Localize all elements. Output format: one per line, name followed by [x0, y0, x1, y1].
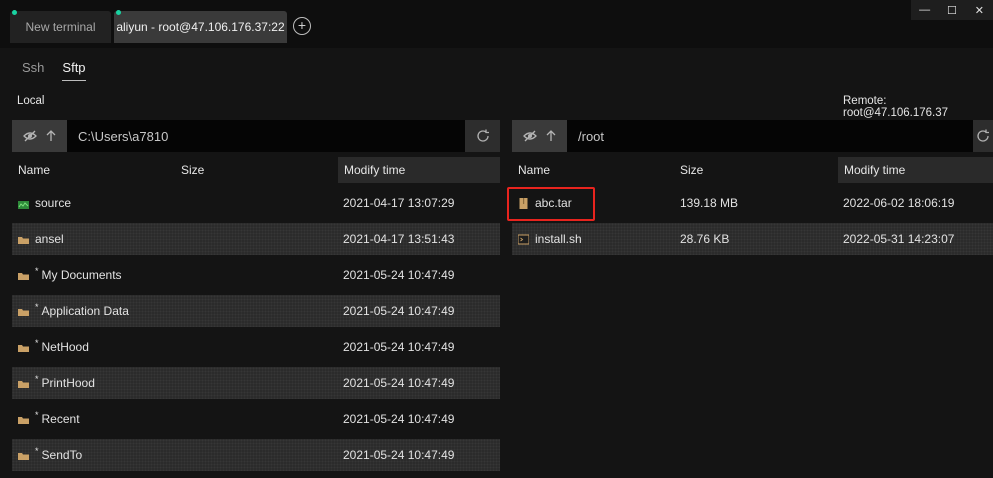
selection-highlight — [507, 187, 595, 221]
file-name-cell: * Application Data — [18, 295, 129, 327]
column-size[interactable]: Size — [674, 157, 834, 183]
shortcut-marker: * — [35, 338, 39, 348]
file-name: NetHood — [41, 340, 89, 354]
table-row[interactable]: install.sh 28.76 KB 2022-05-31 14:23:07 — [512, 223, 993, 255]
file-modify-time: 2021-04-17 13:51:43 — [343, 232, 455, 246]
hidden-files-icon[interactable] — [523, 130, 537, 142]
table-row[interactable]: * PrintHood 2021-05-24 10:47:49 — [12, 367, 500, 399]
add-tab-icon[interactable]: + — [293, 17, 311, 35]
file-name-cell: * NetHood — [18, 331, 89, 363]
file-name-cell: ansel — [18, 223, 64, 255]
file-size: 139.18 MB — [680, 196, 739, 210]
tab-label: New terminal — [25, 20, 96, 34]
folder-icon — [18, 378, 29, 389]
tab-label: aliyun - root@47.106.176.37:22 — [116, 20, 285, 34]
file-modify-time: 2021-05-24 10:47:49 — [343, 268, 455, 282]
tab-sftp[interactable]: Sftp — [62, 60, 86, 81]
file-modify-time: 2022-05-31 14:23:07 — [843, 232, 955, 246]
shortcut-marker: * — [35, 410, 39, 420]
maximize-icon[interactable]: ☐ — [938, 0, 965, 20]
shortcut-marker: * — [35, 446, 39, 456]
folder-icon — [18, 234, 29, 245]
shortcut-marker: * — [35, 266, 39, 276]
file-name: SendTo — [41, 448, 83, 462]
status-dot — [116, 10, 121, 15]
file-name-cell: * PrintHood — [18, 367, 95, 399]
table-row[interactable]: * My Documents 2021-05-24 10:47:49 — [12, 259, 500, 291]
folder-icon — [18, 450, 29, 461]
file-name-cell: * SendTo — [18, 439, 82, 471]
window-controls: — ☐ ✕ — [911, 0, 993, 20]
file-name-cell: install.sh — [518, 223, 582, 255]
status-dot — [12, 10, 17, 15]
file-modify-time: 2021-05-24 10:47:49 — [343, 412, 455, 426]
local-panel: Name Size Modify time source 2021-04-17 1… — [12, 120, 500, 475]
file-name-cell: source — [18, 187, 71, 219]
path-buttons — [12, 120, 67, 152]
table-row[interactable]: * NetHood 2021-05-24 10:47:49 — [12, 331, 500, 363]
file-modify-time: 2021-04-17 13:07:29 — [343, 196, 455, 210]
minimize-icon[interactable]: — — [911, 0, 938, 20]
shortcut-marker: * — [35, 374, 39, 384]
refresh-icon[interactable] — [465, 120, 500, 152]
script-icon — [518, 234, 529, 245]
git-folder-icon — [18, 198, 29, 209]
file-modify-time: 2021-05-24 10:47:49 — [343, 376, 455, 390]
file-name-cell: * My Documents — [18, 259, 122, 291]
table-row[interactable]: ansel 2021-04-17 13:51:43 — [12, 223, 500, 255]
column-name[interactable]: Name — [512, 157, 677, 183]
column-size[interactable]: Size — [175, 157, 335, 183]
remote-label: Remote: root@47.106.176.37 — [843, 95, 949, 119]
file-name: Recent — [41, 412, 80, 426]
path-buttons — [512, 120, 567, 152]
tab-new-terminal[interactable]: New terminal — [10, 10, 111, 43]
remote-path-input[interactable] — [567, 120, 973, 152]
refresh-icon[interactable] — [973, 120, 993, 152]
file-name: install.sh — [535, 232, 582, 246]
shortcut-marker: * — [35, 302, 39, 312]
file-name: My Documents — [41, 268, 122, 282]
local-file-list: source 2021-04-17 13:07:29 ansel 2021-04-17… — [12, 187, 500, 471]
folder-icon — [18, 414, 29, 425]
file-size: 28.76 KB — [680, 232, 730, 246]
up-arrow-icon[interactable] — [546, 130, 556, 142]
file-modify-time: 2021-05-24 10:47:49 — [343, 448, 455, 462]
folder-icon — [18, 342, 29, 353]
folder-icon — [18, 306, 29, 317]
local-path-bar — [12, 120, 500, 152]
file-name-cell: * Recent — [18, 403, 80, 435]
column-modify-time[interactable]: Modify time — [338, 157, 500, 183]
folder-icon — [18, 270, 29, 281]
table-row[interactable]: * SendTo 2021-05-24 10:47:49 — [12, 439, 500, 471]
file-modify-time: 2021-05-24 10:47:49 — [343, 340, 455, 354]
local-label: Local — [17, 95, 45, 107]
local-path-input[interactable] — [67, 120, 465, 152]
file-name: source — [35, 196, 72, 210]
close-icon[interactable]: ✕ — [966, 0, 993, 20]
local-column-header: Name Size Modify time — [12, 157, 500, 183]
column-name[interactable]: Name — [12, 157, 177, 183]
file-name: ansel — [35, 232, 64, 246]
column-modify-time[interactable]: Modify time — [838, 157, 993, 183]
file-modify-time: 2021-05-24 10:47:49 — [343, 304, 455, 318]
title-bar: New terminal aliyun - root@47.106.176.37… — [0, 0, 993, 48]
table-row[interactable]: source 2021-04-17 13:07:29 — [12, 187, 500, 219]
file-modify-time: 2022-06-02 18:06:19 — [843, 196, 955, 210]
table-row[interactable]: * Application Data 2021-05-24 10:47:49 — [12, 295, 500, 327]
mode-tabs: Ssh Sftp — [22, 60, 86, 81]
table-row[interactable]: * Recent 2021-05-24 10:47:49 — [12, 403, 500, 435]
hidden-files-icon[interactable] — [23, 130, 37, 142]
tab-ssh[interactable]: Ssh — [22, 60, 44, 81]
file-name: Application Data — [41, 304, 129, 318]
remote-column-header: Name Size Modify time — [512, 157, 993, 183]
up-arrow-icon[interactable] — [46, 130, 56, 142]
remote-path-bar — [512, 120, 993, 152]
tab-aliyun[interactable]: aliyun - root@47.106.176.37:22 — [114, 10, 287, 43]
file-name: PrintHood — [41, 376, 95, 390]
